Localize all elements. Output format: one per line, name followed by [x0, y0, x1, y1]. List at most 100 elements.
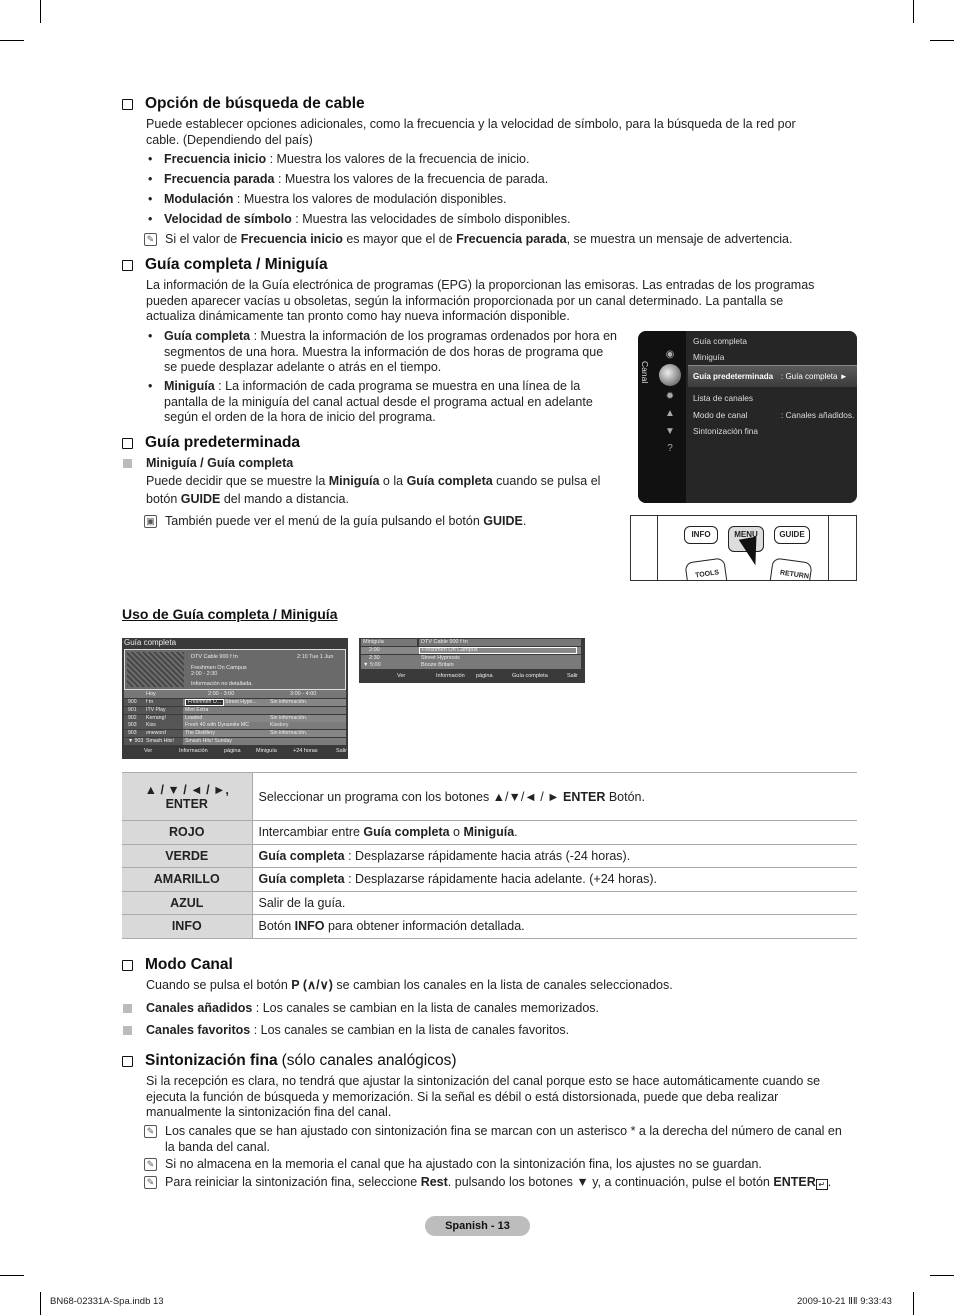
epg-footer: Ver Información página Miniguía +24 hora… [144, 748, 348, 754]
note: ✎ Si el valor de Frecuencia inicio es ma… [144, 232, 792, 248]
epg-cell: Street Hypn... [225, 699, 257, 705]
epg-channel: DTV Cable 900 f tn [191, 654, 238, 660]
section-title-fine-tune: Sintonización fina (sólo canales analógi… [122, 1052, 457, 1070]
menu-item-selected[interactable]: Guía predeterminada [693, 372, 773, 381]
crop-mark [930, 1275, 954, 1276]
note: ✎ Los canales que se han ajustado con si… [144, 1124, 854, 1155]
epg-channel-row[interactable]: 902 Kerrang! Loaded Sin información. [124, 714, 346, 722]
key-name: VERDE [122, 843, 253, 868]
epg-datetime: 2:10 Tue 1 Jun [297, 654, 334, 660]
enter-icon: ↵ [815, 1179, 828, 1190]
checkbox-icon [122, 98, 133, 110]
epg-channel-row[interactable]: 903 oneword The Distillery Sin información. [124, 730, 346, 738]
epg-full-guide: Guía completa DTV Cable 900 f tn 2:10 Tu… [122, 638, 348, 759]
section-title-cable-search: Opción de búsqueda de cable [122, 95, 365, 113]
epg-channel-row[interactable]: 900 f tn Freshmen O... Street Hypn... Sin in… [124, 699, 346, 706]
footer-timestamp: 2009-10-21 ⅡⅡ 9:33:43 [797, 1296, 892, 1307]
bullet-item: • Frecuencia inicio : Muestra los valores… [148, 152, 530, 166]
epg-cell: Kisstory [270, 722, 289, 729]
menu-item-value: : Canales añadidos. [781, 410, 855, 420]
note-icon: ✎ [144, 233, 157, 246]
key-table-row: ▲ / ▼ / ◄ / ►, ENTER Seleccionar un progr… [122, 772, 857, 821]
epg-cell: ▼ 903 [128, 738, 144, 744]
epg-channel-row[interactable]: ▼ 903 Smash Hits! Smash Hits! Sunday [124, 738, 346, 745]
mini-channel: DTV Cable 900 f tn [419, 639, 581, 646]
key-table-row: AZUL Salir de la guía. [122, 890, 857, 915]
key-description: Botón INFO para obtener información deta… [252, 914, 857, 939]
channel-mode-intro: Cuando se pulsa el botón P (∧/∨) se camb… [146, 978, 673, 992]
mini-row[interactable]: 2:00 Freshmen On Campus [361, 647, 581, 654]
epg-cell: 903 [128, 730, 137, 737]
epg-info-panel: DTV Cable 900 f tn 2:10 Tue 1 Jun Freshm… [124, 649, 346, 690]
note: ✎ Si no almacena en la memoria el canal … [144, 1157, 854, 1173]
epg-channel-row[interactable]: 903 Kiss Fresh 40 with Dynamite MC Kisstory [124, 722, 346, 730]
crop-mark [913, 1292, 914, 1315]
epg-cell: Smash Hits! [146, 738, 174, 744]
support-icon: ? [667, 443, 673, 454]
checkbox-icon [122, 959, 133, 971]
key-table-row: INFO Botón INFO para obtener información … [122, 914, 857, 939]
menu-item[interactable]: Miniguía [693, 352, 724, 362]
button-function-table: ▲ / ▼ / ◄ / ►, ENTER Seleccionar un progr… [122, 772, 857, 939]
epg-info: Información no detallada. [191, 681, 253, 687]
epg-cell: Smash Hits! Sunday [185, 738, 232, 744]
menu-item[interactable]: Modo de canal [693, 410, 747, 420]
picture-icon: ◉ [665, 349, 675, 360]
key-name: INFO [122, 914, 253, 939]
epg-cell: 903 [128, 722, 137, 729]
page-number-badge: Spanish - 13 [425, 1216, 530, 1236]
epg-cell: 900 [128, 699, 137, 705]
epg-cell: Fresh 40 with Dynamite MC [185, 722, 249, 729]
mini-footer: Ver Información página Guía completa Sal… [397, 673, 579, 679]
note-icon: ✎ [144, 1158, 157, 1171]
key-description: Salir de la guía. [252, 890, 857, 915]
tv-channel-menu: Canal ◉ ✹ ▲ ▼ ? Guía completa Miniguía G… [638, 331, 857, 503]
crop-mark [930, 40, 954, 41]
epg-cell: ITV Play [146, 706, 166, 713]
epg-cell: Sin información. [270, 714, 308, 721]
footer-filename: BN68-02331A-Spa.indb 13 [50, 1296, 164, 1307]
key-description: Seleccionar un programa con los botones … [252, 772, 857, 821]
bullet-item: • Miniguía : La información de cada progr… [148, 379, 593, 424]
epg-time-header: Hoy 2:00 - 3:00 3:00 - 4:00 [124, 690, 346, 698]
epg-cell: Kiss [146, 722, 156, 729]
info-button: INFO [684, 526, 718, 544]
guide-intro: La información de la Guía electrónica de… [146, 278, 815, 323]
usage-title: Uso de Guía completa / Miniguía [122, 606, 338, 622]
square-bullet-icon [123, 459, 132, 468]
cable-search-intro: Puede establecer opciones adicionales, c… [146, 117, 796, 147]
key-description: Guía completa : Desplazarse rápidamente … [252, 843, 857, 868]
menu-item-value: : Guía completa ► [781, 372, 848, 381]
epg-cell: Freshmen O... [185, 699, 225, 706]
remote-note-icon: ▣ [144, 515, 157, 528]
input-icon: ▲ [665, 408, 675, 419]
sub-title: Miniguía / Guía completa [146, 456, 294, 470]
epg-cell: Sin información. [270, 730, 308, 737]
mini-title: Miniguía [361, 639, 417, 646]
epg-cell: oneword [146, 730, 166, 737]
crop-mark [40, 0, 41, 23]
menu-item[interactable]: Guía completa [693, 336, 747, 346]
guide-button: GUIDE [774, 526, 810, 544]
bullet-item: • Guía completa : Muestra la información … [148, 329, 618, 374]
remote-control-illustration: INFO MENU GUIDE TOOLS RETURN [630, 515, 857, 581]
menu-item[interactable]: Sintonización fina [693, 426, 758, 436]
key-name: ▲ / ▼ / ◄ / ►, ENTER [122, 772, 253, 821]
section-title-channel-mode: Modo Canal [122, 956, 233, 974]
menu-item[interactable]: Lista de canales [693, 393, 753, 403]
channel-mode-item: Canales añadidos : Los canales se cambia… [146, 1001, 600, 1015]
epg-cell: The Distillery [185, 730, 215, 737]
epg-channel-row[interactable]: 901 ITV Play Mint Extra [124, 706, 346, 714]
epg-mini-guide: Miniguía DTV Cable 900 f tn 2:00 Freshme… [359, 638, 585, 683]
note-icon: ✎ [144, 1176, 157, 1189]
epg-cell: Sin información. [270, 699, 308, 705]
program-thumbnail [127, 652, 184, 687]
setup-icon: ✹ [665, 391, 675, 402]
key-name: AMARILLO [122, 867, 253, 892]
epg-cell: 901 [128, 706, 137, 713]
epg-cell: Mint Extra [185, 706, 209, 713]
crop-mark [913, 0, 914, 23]
section-title-guide: Guía completa / Miniguía [122, 256, 328, 274]
checkbox-icon [122, 437, 133, 449]
key-name: AZUL [122, 890, 253, 915]
